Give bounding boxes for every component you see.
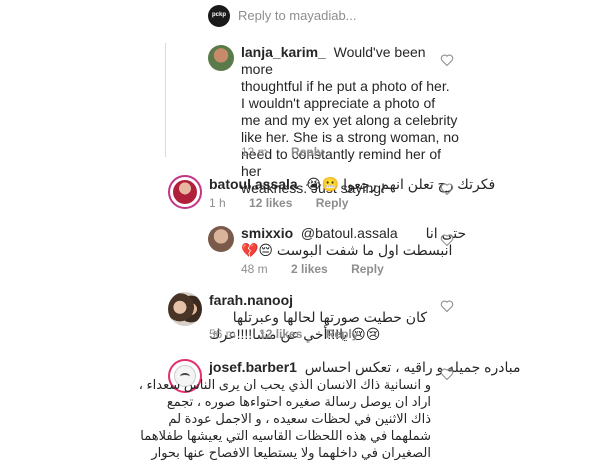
comment-text: josef.barber1 مبادره جميله و راقيه ، تعك… [138,359,521,460]
comment-text: smixxio @batoul.assala حتى انا انبسطت اول… [241,225,467,258]
username[interactable]: lanja_karim_ [241,44,326,60]
username[interactable]: smixxio [241,225,293,241]
like-heart-icon[interactable] [440,234,454,246]
timestamp: 13 m [241,145,268,159]
like-heart-icon[interactable] [440,368,454,380]
username[interactable]: josef.barber1 [209,359,297,375]
reply-button[interactable]: Reply [316,196,349,210]
avatar [168,175,202,209]
avatar-label: pckp [211,12,226,18]
timestamp: 48 m [241,262,268,276]
comment-meta: 48 m 2 likes Reply [241,262,404,276]
timestamp: 56 m [209,327,236,341]
avatar: pckp [208,5,230,27]
like-heart-icon[interactable] [440,300,454,312]
likes-count[interactable]: 2 likes [291,262,328,276]
mention-link[interactable]: @batoul.assala [301,225,398,241]
comment-meta: 13 m Reply [241,145,344,159]
comment-meta: 1 h 12 likes Reply [209,196,368,210]
username[interactable]: farah.nanooj [209,292,293,308]
like-heart-icon[interactable] [440,54,454,66]
reply-button[interactable]: Reply [326,327,359,341]
avatar [168,292,202,326]
reply-button[interactable]: Reply [351,262,384,276]
likes-count[interactable]: 12 likes [259,327,302,341]
comment-text: lanja_karim_ Would've been more thoughtf… [241,44,459,196]
likes-count[interactable]: 12 likes [249,196,292,210]
thread-line [165,43,166,157]
timestamp: 1 h [209,196,226,210]
reply-input[interactable]: Reply to mayadiab... [238,8,357,23]
avatar [208,226,234,252]
comment-meta: 56 m 12 likes Reply [209,327,378,341]
reply-button[interactable]: Reply [291,145,324,159]
avatar [208,45,234,71]
like-heart-icon[interactable] [440,183,454,195]
username[interactable]: batoul.assala [209,176,298,192]
